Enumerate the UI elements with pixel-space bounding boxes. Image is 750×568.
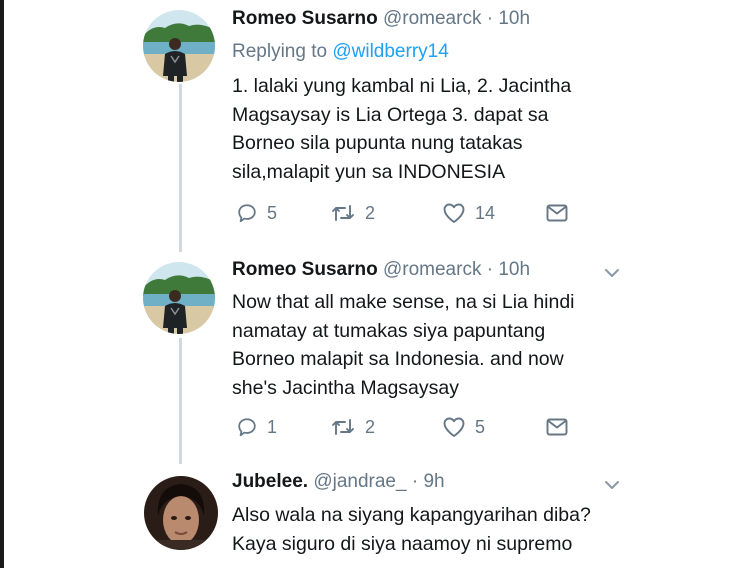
direct-message-button[interactable] (546, 414, 568, 440)
thread-connector (179, 84, 182, 252)
tweet-actions: 1 2 5 (232, 414, 622, 440)
user-handle[interactable]: @romearck (383, 8, 481, 29)
display-name[interactable]: Romeo Susarno (232, 259, 378, 280)
like-button[interactable]: 5 (442, 414, 485, 440)
like-count: 14 (475, 202, 496, 223)
retweet-count: 2 (365, 416, 376, 437)
retweet-arrows-icon (332, 419, 354, 435)
like-button[interactable]: 14 (442, 200, 495, 226)
direct-message-button[interactable] (546, 200, 568, 226)
reply-bubble-icon (238, 204, 256, 223)
display-name[interactable]: Romeo Susarno (232, 8, 378, 29)
tweet-header: Romeo Susarno @romearck · 10h (232, 259, 530, 281)
tweet-text-line: Kaya siguro di siya naamoy ni supremo (232, 532, 573, 555)
reply-count: 5 (267, 202, 278, 223)
retweet-button[interactable]: 2 (330, 200, 375, 226)
tweet-actions: 5 2 14 (232, 200, 622, 226)
tweet-text-line: namatay at tumakas siya papuntang (232, 319, 546, 342)
tweet-text-line: sila,malapit yun sa INDONESIA (232, 160, 506, 183)
left-margin (0, 0, 136, 568)
tweet-text: 1. lalaki yung kambal ni Lia, 2. Jacinth… (232, 72, 622, 186)
envelope-icon (546, 418, 568, 436)
tweet-text-line: Now that all make sense, na si Lia hindi (232, 291, 575, 313)
retweet-count: 2 (365, 202, 376, 223)
user-handle[interactable]: @jandrae_ (313, 471, 406, 492)
tweet-text-line: 1. lalaki yung kambal ni Lia, 2. Jacinth… (232, 75, 572, 97)
like-count: 5 (475, 416, 486, 437)
mention-link[interactable]: @wildberry14 (332, 41, 448, 62)
replying-to: Replying to @wildberry14 (232, 41, 449, 63)
avatar[interactable] (144, 476, 218, 550)
left-border (0, 0, 4, 568)
reply-count: 1 (267, 416, 278, 437)
tweet-text: Also wala na siyang kapangyarihan diba? … (232, 501, 622, 558)
chevron-down-icon[interactable] (602, 478, 622, 492)
reply-bubble-icon (238, 418, 256, 437)
avatar[interactable] (143, 262, 215, 334)
timestamp[interactable]: 9h (423, 471, 444, 492)
right-margin (632, 0, 750, 568)
display-name[interactable]: Jubelee. (232, 471, 308, 492)
tweet-thread-panel: Romeo Susarno @romearck · 10h Replying t… (136, 0, 632, 568)
tweet-text: Now that all make sense, na si Lia hindi… (232, 288, 622, 402)
tweet-text-line: Borneo sila pupunta nung tatakas (232, 132, 523, 154)
timestamp[interactable]: 10h (498, 8, 530, 29)
heart-icon (443, 417, 465, 437)
heart-icon (443, 203, 465, 223)
replying-to-label: Replying to (232, 41, 328, 62)
tweet-header: Romeo Susarno @romearck · 10h (232, 8, 530, 30)
envelope-icon (546, 204, 568, 222)
tweet-text-line: she's Jacintha Magsaysay (232, 376, 460, 399)
timestamp[interactable]: 10h (498, 259, 530, 280)
tweet-text-line: Also wala na siyang kapangyarihan diba? (232, 504, 591, 526)
separator-dot: · (486, 259, 494, 280)
tweet-text-line: Borneo malapit sa Indonesia. and now (232, 348, 564, 370)
reply-button[interactable]: 5 (236, 200, 277, 226)
tweet-header: Jubelee. @jandrae_ · 9h (232, 471, 445, 493)
separator-dot: · (411, 471, 419, 492)
thread-connector (179, 338, 182, 464)
reply-button[interactable]: 1 (236, 414, 277, 440)
chevron-down-icon[interactable] (602, 266, 622, 280)
retweet-button[interactable]: 2 (330, 414, 375, 440)
user-handle[interactable]: @romearck (383, 259, 481, 280)
tweet-text-line: Magsaysay is Lia Ortega 3. dapat sa (232, 103, 549, 126)
avatar[interactable] (143, 10, 215, 82)
separator-dot: · (486, 8, 494, 29)
retweet-arrows-icon (332, 205, 354, 221)
